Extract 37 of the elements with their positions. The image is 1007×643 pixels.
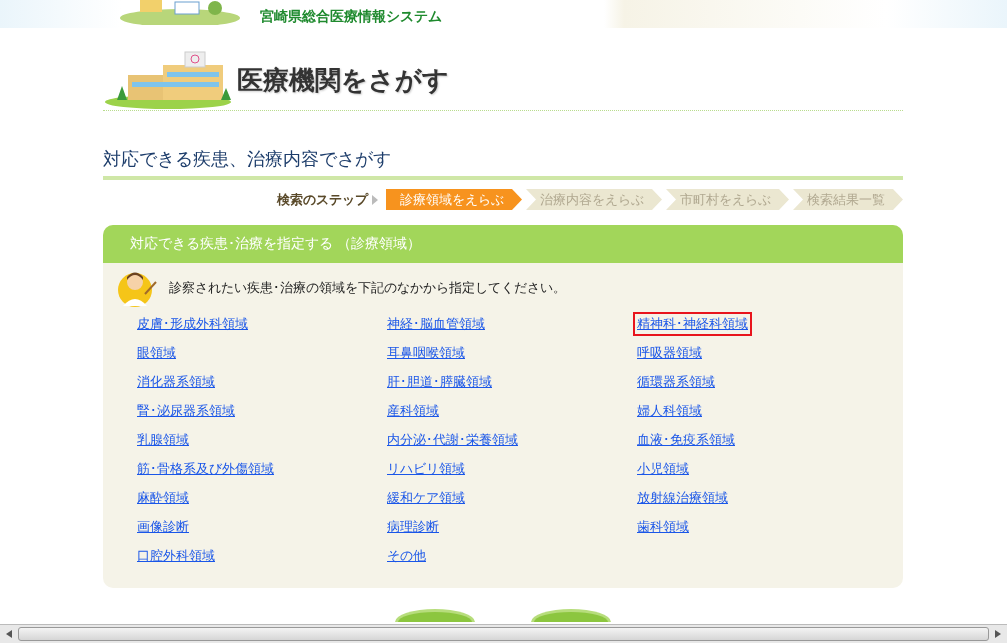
category-link[interactable]: 肝･胆道･膵臓領域 [383,369,496,394]
right-arrow-icon [995,630,1001,638]
category-link[interactable]: 病理診断 [383,514,443,539]
category-link[interactable]: 神経･脳血管領域 [383,311,489,336]
category-link[interactable]: 呼吸器領域 [633,340,706,365]
category-link[interactable]: 皮膚･形成外科領域 [133,311,252,336]
category-link[interactable]: 血液･免疫系領域 [633,427,739,452]
category-link[interactable]: 麻酔領域 [133,485,193,510]
category-link[interactable]: 乳腺領域 [133,427,193,452]
panel-title: 対応できる疾患･治療を指定する （診療領域） [130,235,422,253]
page-title: 医療機関をさがす [237,64,449,97]
section-title: 対応できる疾患、治療内容でさがす [103,147,903,180]
category-link[interactable]: 筋･骨格系及び外傷領域 [133,456,278,481]
category-link[interactable]: 婦人科領域 [633,398,706,423]
category-link[interactable]: 耳鼻咽喉領域 [383,340,469,365]
category-link[interactable]: 歯科領域 [633,514,693,539]
category-link[interactable]: 緩和ケア領域 [383,485,469,510]
category-link[interactable]: 循環器系領域 [633,369,719,394]
category-link[interactable]: 消化器系領域 [133,369,219,394]
instruction-text: 診察されたい疾患･治療の領域を下記のなかから指定してください。 [169,279,566,297]
category-link[interactable]: 内分泌･代謝･栄養領域 [383,427,522,452]
category-link[interactable]: 放射線治療領域 [633,485,732,510]
steps-label: 検索のステップ [277,190,368,209]
category-link[interactable]: 腎･泌尿器系領域 [133,398,239,423]
category-link[interactable]: 小児領域 [633,456,693,481]
category-link[interactable]: その他 [383,543,430,568]
category-link[interactable]: 精神科･神経科領域 [633,311,752,336]
left-arrow-icon [6,630,12,638]
category-link[interactable]: 眼領域 [133,340,180,365]
hospital-building-icon [103,50,233,110]
category-link[interactable]: 産科領域 [383,398,443,423]
category-link[interactable]: 口腔外科領域 [133,543,219,568]
horizontal-scrollbar[interactable] [0,624,1007,643]
category-link[interactable]: リハビリ領域 [383,456,469,481]
system-title: 宮崎県総合医療情報システム [260,7,442,25]
category-link[interactable]: 画像診断 [133,514,193,539]
triangle-icon [372,194,378,205]
